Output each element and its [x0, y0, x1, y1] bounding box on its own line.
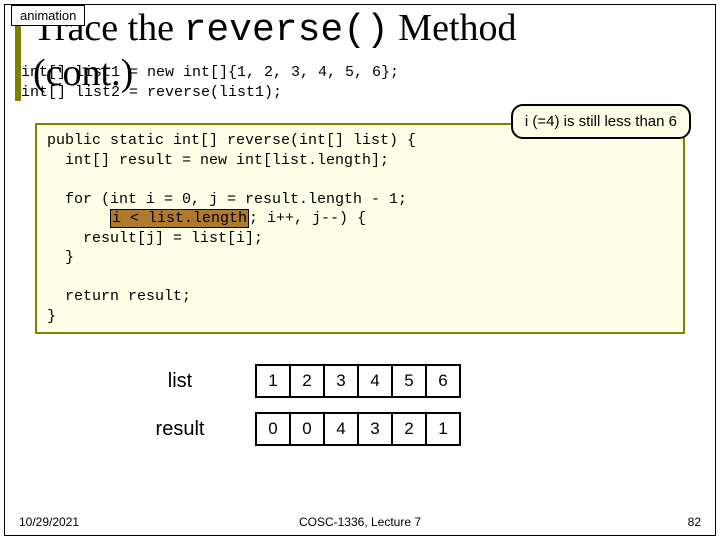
- list-row: list 1 2 3 4 5 6: [135, 364, 705, 398]
- animation-tag: animation: [11, 5, 85, 26]
- result-label: result: [135, 418, 225, 441]
- list-cell: 3: [323, 364, 359, 398]
- result-cell: 4: [323, 412, 359, 446]
- list-cell: 1: [255, 364, 291, 398]
- code-l5b: ; i++, j--) {: [249, 210, 366, 227]
- method-code: public static int[] reverse(int[] list) …: [35, 123, 685, 334]
- code-l4: for (int i = 0, j = result.length - 1;: [47, 191, 407, 208]
- result-cell: 3: [357, 412, 393, 446]
- init-code: int[] list1 = new int[]{1, 2, 3, 4, 5, 6…: [21, 63, 399, 102]
- list-cell: 4: [357, 364, 393, 398]
- list-label: list: [135, 370, 225, 393]
- arrays-area: list 1 2 3 4 5 6 result 0 0 4 3 2 1: [135, 364, 705, 446]
- code-l9: return result;: [47, 288, 191, 305]
- code-l5a: [47, 210, 110, 227]
- code-l2: int[] result = new int[list.length];: [47, 152, 389, 169]
- code-l1: public static int[] reverse(int[] list) …: [47, 132, 416, 149]
- footer-page: 82: [688, 515, 701, 529]
- result-cell: 2: [391, 412, 427, 446]
- slide-title: Trace the reverse() Method: [33, 9, 517, 51]
- code-l7: }: [47, 249, 74, 266]
- list-cell: 6: [425, 364, 461, 398]
- list-cell: 5: [391, 364, 427, 398]
- list-cells: 1 2 3 4 5 6: [255, 364, 461, 398]
- list-cell: 2: [289, 364, 325, 398]
- title-text-2: Method: [389, 7, 517, 49]
- slide: animation Trace the reverse() Method (co…: [4, 4, 716, 536]
- code-l10: }: [47, 308, 56, 325]
- result-cells: 0 0 4 3 2 1: [255, 412, 461, 446]
- footer: 10/29/2021 COSC-1336, Lecture 7 82: [19, 515, 701, 529]
- title-mono: reverse(): [184, 9, 389, 52]
- trace-callout: i (=4) is still less than 6: [511, 104, 691, 139]
- result-row: result 0 0 4 3 2 1: [135, 412, 705, 446]
- code-highlight: i < list.length: [110, 209, 249, 228]
- result-cell: 0: [255, 412, 291, 446]
- footer-course: COSC-1336, Lecture 7: [299, 515, 421, 529]
- result-cell: 0: [289, 412, 325, 446]
- footer-date: 10/29/2021: [19, 515, 79, 529]
- code-l6: result[j] = list[i];: [47, 230, 263, 247]
- result-cell: 1: [425, 412, 461, 446]
